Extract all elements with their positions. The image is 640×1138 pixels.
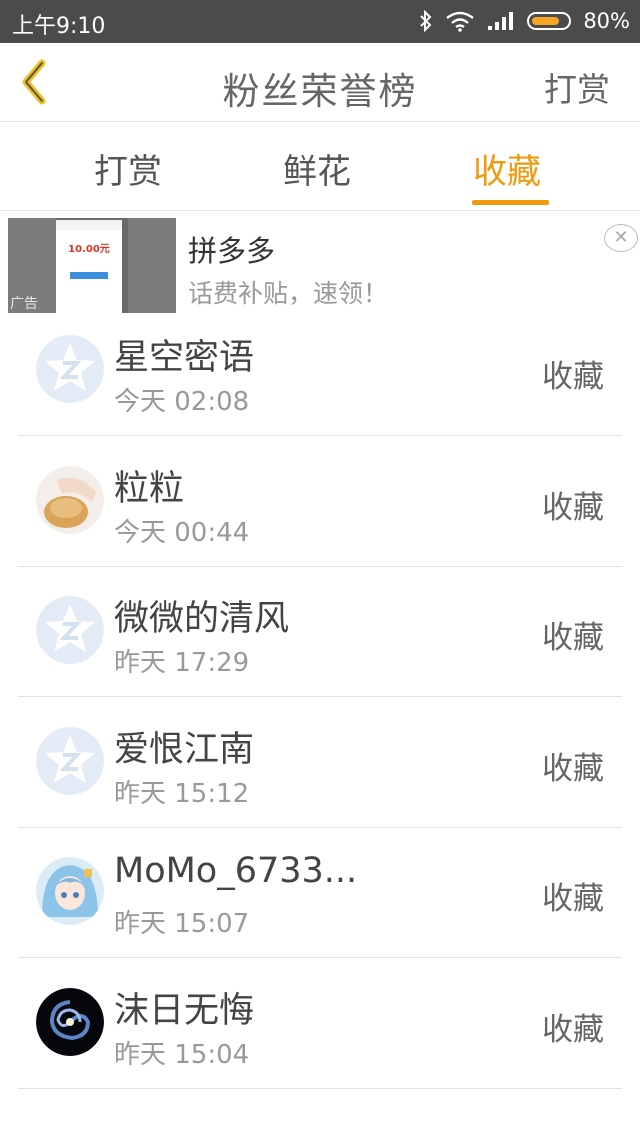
- fan-name: 星空密语: [114, 338, 255, 378]
- fan-action-label: 收藏: [542, 489, 604, 526]
- fan-row[interactable]: 粒粒今天 00:44 收藏: [0, 446, 640, 577]
- fan-time: 今天 02:08: [114, 387, 250, 417]
- tab-favorites[interactable]: 收藏: [473, 144, 541, 193]
- avatar[interactable]: [36, 335, 104, 403]
- fan-time: 今天 00:44: [114, 517, 250, 548]
- fan-time: 昨天 15:04: [114, 1039, 250, 1070]
- fan-name: MoMo_6733...: [114, 851, 358, 891]
- avatar[interactable]: [36, 596, 104, 664]
- fan-name: 微微的清风: [114, 599, 290, 639]
- row-divider: [18, 1087, 622, 1089]
- wifi-icon: [446, 11, 475, 32]
- fan-time: 昨天 15:07: [114, 909, 250, 939]
- fan-action-label: 收藏: [542, 750, 604, 787]
- fan-action-label: 收藏: [542, 1011, 604, 1048]
- fan-row[interactable]: 沫日无悔昨天 15:04 收藏: [0, 968, 640, 1099]
- ad-image-amount: 10.00元: [68, 244, 110, 255]
- status-bar: 上午9:10 80%: [0, 0, 640, 43]
- fan-time: 昨天 17:29: [114, 648, 250, 678]
- fan-row[interactable]: MoMo_6733... 昨天 15:07 收藏: [0, 837, 640, 968]
- ad-close-button[interactable]: ✕: [604, 224, 638, 252]
- ad-title: 拼多多: [188, 234, 276, 268]
- avatar[interactable]: [36, 857, 104, 925]
- ad-subtitle: 话费补贴，速领！: [188, 279, 389, 308]
- fan-name: 沫日无悔: [114, 990, 255, 1031]
- battery-percent: 80%: [583, 9, 630, 33]
- ad-banner[interactable]: 10.00元 广告 拼多多 话费补贴，速领！: [0, 212, 640, 315]
- row-divider: [18, 957, 622, 958]
- row-divider: [18, 565, 622, 567]
- fan-action-label: 收藏: [542, 359, 604, 395]
- tab-bar: 打赏 鲜花 收藏: [0, 122, 640, 211]
- close-icon: ✕: [613, 227, 629, 248]
- ad-badge: 广告: [10, 296, 38, 312]
- status-icons: 80%: [419, 6, 630, 36]
- active-tab-indicator: [472, 200, 549, 205]
- fan-time: 昨天 15:12: [114, 778, 250, 809]
- signal-icon: [488, 12, 514, 30]
- fan-action-label: 收藏: [542, 620, 604, 656]
- status-time: 上午9:10: [12, 14, 106, 39]
- bluetooth-icon: [420, 10, 432, 32]
- tab-flowers[interactable]: 鲜花: [283, 144, 351, 193]
- avatar[interactable]: [36, 987, 104, 1056]
- fan-row[interactable]: 爱恨江南昨天 15:12 收藏: [0, 707, 640, 838]
- avatar[interactable]: [36, 726, 104, 795]
- row-divider: [18, 696, 622, 697]
- top-navigation-bar: 粉丝荣誉榜 打赏: [0, 43, 640, 122]
- fan-row[interactable]: 微微的清风昨天 17:29 收藏: [0, 576, 640, 707]
- battery-icon: [527, 12, 572, 30]
- row-divider: [18, 826, 622, 828]
- row-divider: [18, 435, 622, 436]
- ad-image: 10.00元 广告: [8, 218, 176, 313]
- fan-action-label: 收藏: [542, 881, 604, 917]
- fan-row[interactable]: 星空密语今天 02:08 收藏: [0, 315, 640, 446]
- fan-name: 爱恨江南: [114, 729, 255, 770]
- tab-reward[interactable]: 打赏: [94, 144, 162, 193]
- avatar[interactable]: [36, 465, 104, 534]
- reward-button[interactable]: 打赏: [544, 63, 610, 111]
- battery-fill: [532, 17, 560, 25]
- fan-name: 粒粒: [114, 468, 185, 509]
